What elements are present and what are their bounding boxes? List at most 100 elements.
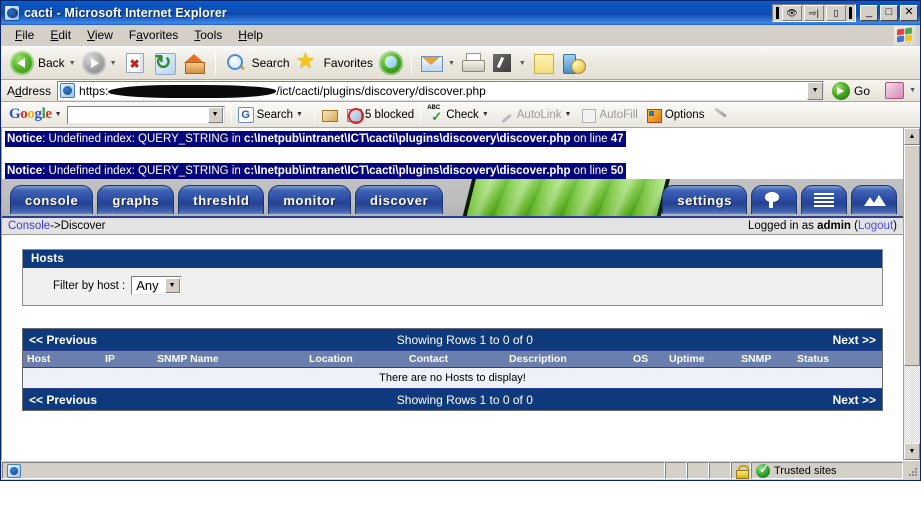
links-dropdown-icon[interactable]: ▼ (909, 87, 916, 94)
close-button[interactable]: ✕ (900, 5, 918, 21)
google-menu-icon[interactable]: ▼ (55, 111, 62, 118)
menu-help[interactable]: Help (230, 26, 271, 44)
page-scrollbar[interactable]: ▲ ▼ (903, 128, 920, 460)
tab-tree[interactable] (751, 185, 797, 214)
highlight-button[interactable] (712, 107, 731, 123)
menu-favorites[interactable]: Favorites (121, 26, 186, 44)
menu-view[interactable]: View (79, 26, 121, 44)
pagerank-button[interactable] (321, 107, 340, 123)
tab-console[interactable]: console (10, 185, 94, 214)
messenger-button[interactable] (559, 49, 589, 77)
next-link-top[interactable]: Next >> (833, 333, 876, 347)
tab-monitor[interactable]: monitor (268, 185, 351, 214)
resize-grip[interactable] (905, 464, 919, 478)
media-button[interactable] (376, 49, 406, 77)
logged-in-user: admin (817, 220, 851, 232)
google-separator-2 (313, 105, 315, 124)
export-icon[interactable]: ⇨| (804, 5, 824, 21)
toolbar-grip[interactable] (776, 7, 779, 19)
options-button[interactable]: Options (646, 107, 704, 123)
primary-tabs: console graphs threshld monitor discover (10, 185, 444, 214)
tab-list[interactable] (801, 185, 847, 214)
filter-host-select[interactable]: Any ▼ (131, 276, 182, 295)
column-snmp[interactable]: SNMP (737, 353, 793, 365)
notice-1-prefix: Notice (7, 133, 43, 145)
notice-2-prefix: Notice (7, 165, 43, 177)
popup-blocker-button[interactable]: 5 blocked (346, 107, 415, 124)
tab-threshld[interactable]: threshld (178, 185, 265, 214)
breadcrumb-console-link[interactable]: Console (8, 220, 50, 232)
column-snmp-name[interactable]: SNMP Name (153, 353, 305, 365)
google-search-input[interactable]: ▼ (66, 105, 225, 124)
logout-close: ) (893, 220, 897, 232)
refresh-button[interactable] (150, 49, 180, 77)
back-dropdown-icon[interactable]: ▼ (69, 60, 76, 67)
autofill-button[interactable]: AutoFill (580, 107, 638, 123)
column-status[interactable]: Status (793, 353, 882, 365)
column-ip[interactable]: IP (101, 353, 153, 365)
toolbar-grip-2[interactable] (849, 7, 852, 19)
home-button[interactable] (180, 49, 210, 77)
forward-button[interactable]: ▼ (79, 49, 120, 77)
next-link-bottom[interactable]: Next >> (833, 393, 876, 407)
status-cell-2 (687, 462, 709, 479)
pagination-bottom: << Previous Showing Rows 1 to 0 of 0 Nex… (23, 389, 882, 410)
logout-link[interactable]: Logout (858, 220, 893, 232)
autolink-button[interactable]: AutoLink ▼ (498, 107, 577, 123)
scroll-up-button[interactable]: ▲ (904, 128, 920, 145)
chevron-down-icon[interactable]: ▼ (164, 278, 180, 293)
previous-link-top[interactable]: << Previous (29, 333, 97, 347)
maximize-button[interactable]: □ (880, 5, 898, 21)
favorites-button[interactable]: Favorites (293, 48, 376, 77)
column-os[interactable]: OS (629, 353, 665, 365)
address-input[interactable]: https: /ict/cacti/plugins/discovery/disco… (57, 80, 825, 101)
scroll-down-button[interactable]: ▼ (904, 443, 920, 460)
google-search-dropdown-icon[interactable]: ▼ (207, 106, 223, 123)
menu-edit[interactable]: Edit (42, 26, 79, 44)
scrollbar-track[interactable] (904, 145, 920, 443)
spellcheck-button[interactable]: Check ▼ (427, 105, 494, 125)
google-logo: Google (9, 106, 52, 122)
stop-button[interactable] (120, 49, 150, 77)
column-contact[interactable]: Contact (405, 353, 505, 365)
tab-discover[interactable]: discover (354, 185, 444, 214)
window-title: cacti - Microsoft Internet Explorer (24, 6, 227, 20)
eye-icon[interactable]: 👁 (782, 5, 802, 21)
search-button[interactable]: Search (221, 49, 293, 77)
blocked-label: 5 blocked (364, 108, 415, 121)
menu-tools[interactable]: Tools (186, 26, 230, 44)
column-location[interactable]: Location (305, 353, 405, 365)
edit-dropdown-icon[interactable]: ▼ (519, 60, 526, 67)
address-dropdown-icon[interactable]: ▼ (807, 81, 824, 100)
notice-2-line-label: on line (570, 165, 611, 177)
mail-button[interactable]: ▼ (417, 49, 458, 77)
autolink-menu-icon[interactable]: ▼ (565, 111, 572, 118)
security-zone-cell[interactable]: Trusted sites (751, 462, 903, 479)
home-icon (183, 51, 207, 75)
window-icon[interactable]: ▯ (826, 5, 846, 21)
check-menu-icon[interactable]: ▼ (482, 111, 489, 118)
column-description[interactable]: Description (505, 353, 629, 365)
minimize-button[interactable]: _ (860, 5, 878, 21)
column-uptime[interactable]: Uptime (665, 353, 737, 365)
edit-button[interactable]: ▼ (488, 49, 529, 77)
forward-dropdown-icon[interactable]: ▼ (110, 60, 117, 67)
menu-file[interactable]: File (7, 26, 42, 44)
google-search-button[interactable]: G Search ▼ (237, 106, 308, 123)
mail-dropdown-icon[interactable]: ▼ (448, 60, 455, 67)
refresh-icon (153, 50, 177, 75)
messenger-icon (562, 51, 586, 75)
back-button[interactable]: Back ▼ (7, 49, 79, 77)
column-host[interactable]: Host (23, 353, 101, 365)
tab-settings[interactable]: settings (662, 185, 747, 214)
links-button[interactable]: ▼ (883, 79, 920, 103)
previous-link-bottom[interactable]: << Previous (29, 393, 97, 407)
security-lock-cell (731, 462, 751, 479)
tab-graphs[interactable]: graphs (97, 185, 175, 214)
scrollbar-thumb[interactable] (904, 145, 920, 366)
tab-graph-view[interactable] (851, 185, 897, 214)
print-button[interactable] (458, 49, 488, 77)
go-button[interactable]: Go (830, 81, 875, 101)
notes-button[interactable] (529, 49, 559, 77)
google-search-menu-icon[interactable]: ▼ (296, 111, 303, 118)
